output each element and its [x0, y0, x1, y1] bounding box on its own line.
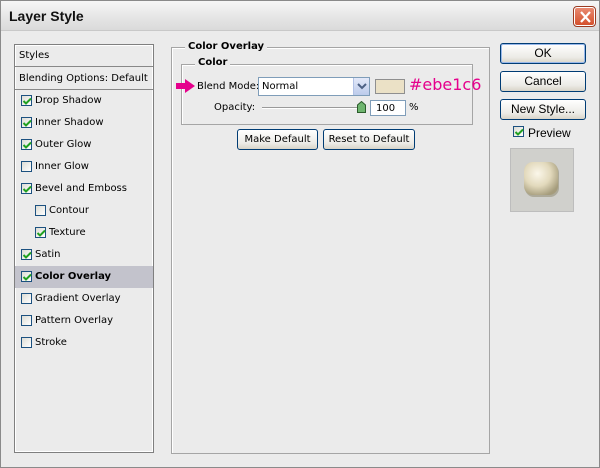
style-checkbox[interactable]	[21, 293, 32, 304]
style-item-styles[interactable]: Styles	[15, 45, 153, 67]
style-checkbox[interactable]	[21, 95, 32, 106]
style-item-inner-glow[interactable]: Inner Glow	[15, 156, 153, 178]
blend-mode-label: Blend Mode:	[197, 81, 260, 92]
style-item-stroke[interactable]: Stroke	[15, 332, 153, 354]
style-item-label: Stroke	[35, 337, 67, 348]
style-checkbox[interactable]	[21, 271, 32, 282]
color-hex-annotation: #ebe1c6	[409, 75, 482, 94]
style-item-label: Styles	[19, 50, 50, 61]
styles-list: Styles Blending Options: Default Drop Shad…	[14, 44, 154, 453]
style-item-inner-shadow[interactable]: Inner Shadow	[15, 112, 153, 134]
opacity-value: 100	[376, 103, 396, 114]
make-default-button[interactable]: Make Default	[237, 129, 318, 150]
opacity-input[interactable]: 100	[370, 100, 406, 116]
style-item-label: Gradient Overlay	[35, 293, 121, 304]
style-checkbox[interactable]	[21, 139, 32, 150]
checkmark-icon	[36, 229, 46, 237]
style-checkbox[interactable]	[21, 315, 32, 326]
style-checkbox[interactable]	[21, 249, 32, 260]
overlay-color-swatch[interactable]	[375, 79, 405, 94]
style-item-label: Satin	[35, 249, 61, 260]
color-overlay-title: Color Overlay	[185, 41, 268, 52]
style-item-label: Pattern Overlay	[35, 315, 114, 326]
chevron-down-icon	[357, 83, 367, 90]
opacity-label: Opacity:	[214, 102, 256, 113]
checkmark-icon	[22, 185, 32, 193]
style-checkbox[interactable]	[35, 205, 46, 216]
style-item-label: Inner Glow	[35, 161, 89, 172]
blend-mode-select[interactable]: Normal	[258, 77, 370, 96]
style-item-label: Color Overlay	[35, 271, 112, 282]
window-title: Layer Style	[9, 8, 84, 24]
style-item-outer-glow[interactable]: Outer Glow	[15, 134, 153, 156]
style-item-label: Inner Shadow	[35, 117, 104, 128]
style-item-contour[interactable]: Contour	[15, 200, 153, 222]
preview-checkbox[interactable]	[513, 126, 524, 137]
slider-thumb-icon[interactable]	[357, 101, 366, 113]
style-item-label: Drop Shadow	[35, 95, 102, 106]
style-item-blending-options-default[interactable]: Blending Options: Default	[15, 68, 153, 90]
opacity-unit: %	[409, 102, 419, 113]
divider	[15, 66, 153, 67]
style-item-bevel-and-emboss[interactable]: Bevel and Emboss	[15, 178, 153, 200]
layer-style-dialog: Layer Style Styles Blending Options: Defa…	[0, 0, 600, 468]
style-checkbox[interactable]	[21, 183, 32, 194]
checkmark-icon	[22, 141, 32, 149]
style-item-gradient-overlay[interactable]: Gradient Overlay	[15, 288, 153, 310]
style-item-color-overlay[interactable]: Color Overlay	[15, 266, 153, 288]
close-icon	[580, 11, 591, 23]
checkmark-icon	[514, 128, 524, 136]
color-group-title: Color	[195, 57, 231, 68]
style-preview	[510, 148, 574, 212]
checkmark-icon	[22, 273, 32, 281]
style-item-satin[interactable]: Satin	[15, 244, 153, 266]
checkmark-icon	[22, 119, 32, 127]
style-item-label: Blending Options: Default	[19, 73, 148, 84]
dropdown-button[interactable]	[353, 78, 369, 95]
style-item-label: Contour	[49, 205, 89, 216]
style-item-label: Outer Glow	[35, 139, 92, 150]
pointer-arrow-icon	[176, 79, 195, 93]
style-item-pattern-overlay[interactable]: Pattern Overlay	[15, 310, 153, 332]
ok-button[interactable]: OK	[500, 43, 586, 64]
style-item-drop-shadow[interactable]: Drop Shadow	[15, 90, 153, 112]
title-bar: Layer Style	[1, 1, 599, 31]
opacity-slider[interactable]	[262, 107, 362, 109]
new-style-button[interactable]: New Style...	[500, 99, 586, 120]
reset-to-default-button[interactable]: Reset to Default	[323, 129, 415, 150]
checkmark-icon	[22, 251, 32, 259]
style-checkbox[interactable]	[21, 337, 32, 348]
preview-label: Preview	[528, 126, 571, 140]
style-item-texture[interactable]: Texture	[15, 222, 153, 244]
preview-thumbnail	[524, 162, 559, 197]
style-item-label: Bevel and Emboss	[35, 183, 127, 194]
style-checkbox[interactable]	[35, 227, 46, 238]
cancel-button[interactable]: Cancel	[500, 71, 586, 92]
style-item-label: Texture	[49, 227, 86, 238]
checkmark-icon	[22, 97, 32, 105]
blend-mode-value: Normal	[262, 81, 299, 92]
style-checkbox[interactable]	[21, 161, 32, 172]
close-button[interactable]	[573, 6, 596, 27]
style-checkbox[interactable]	[21, 117, 32, 128]
